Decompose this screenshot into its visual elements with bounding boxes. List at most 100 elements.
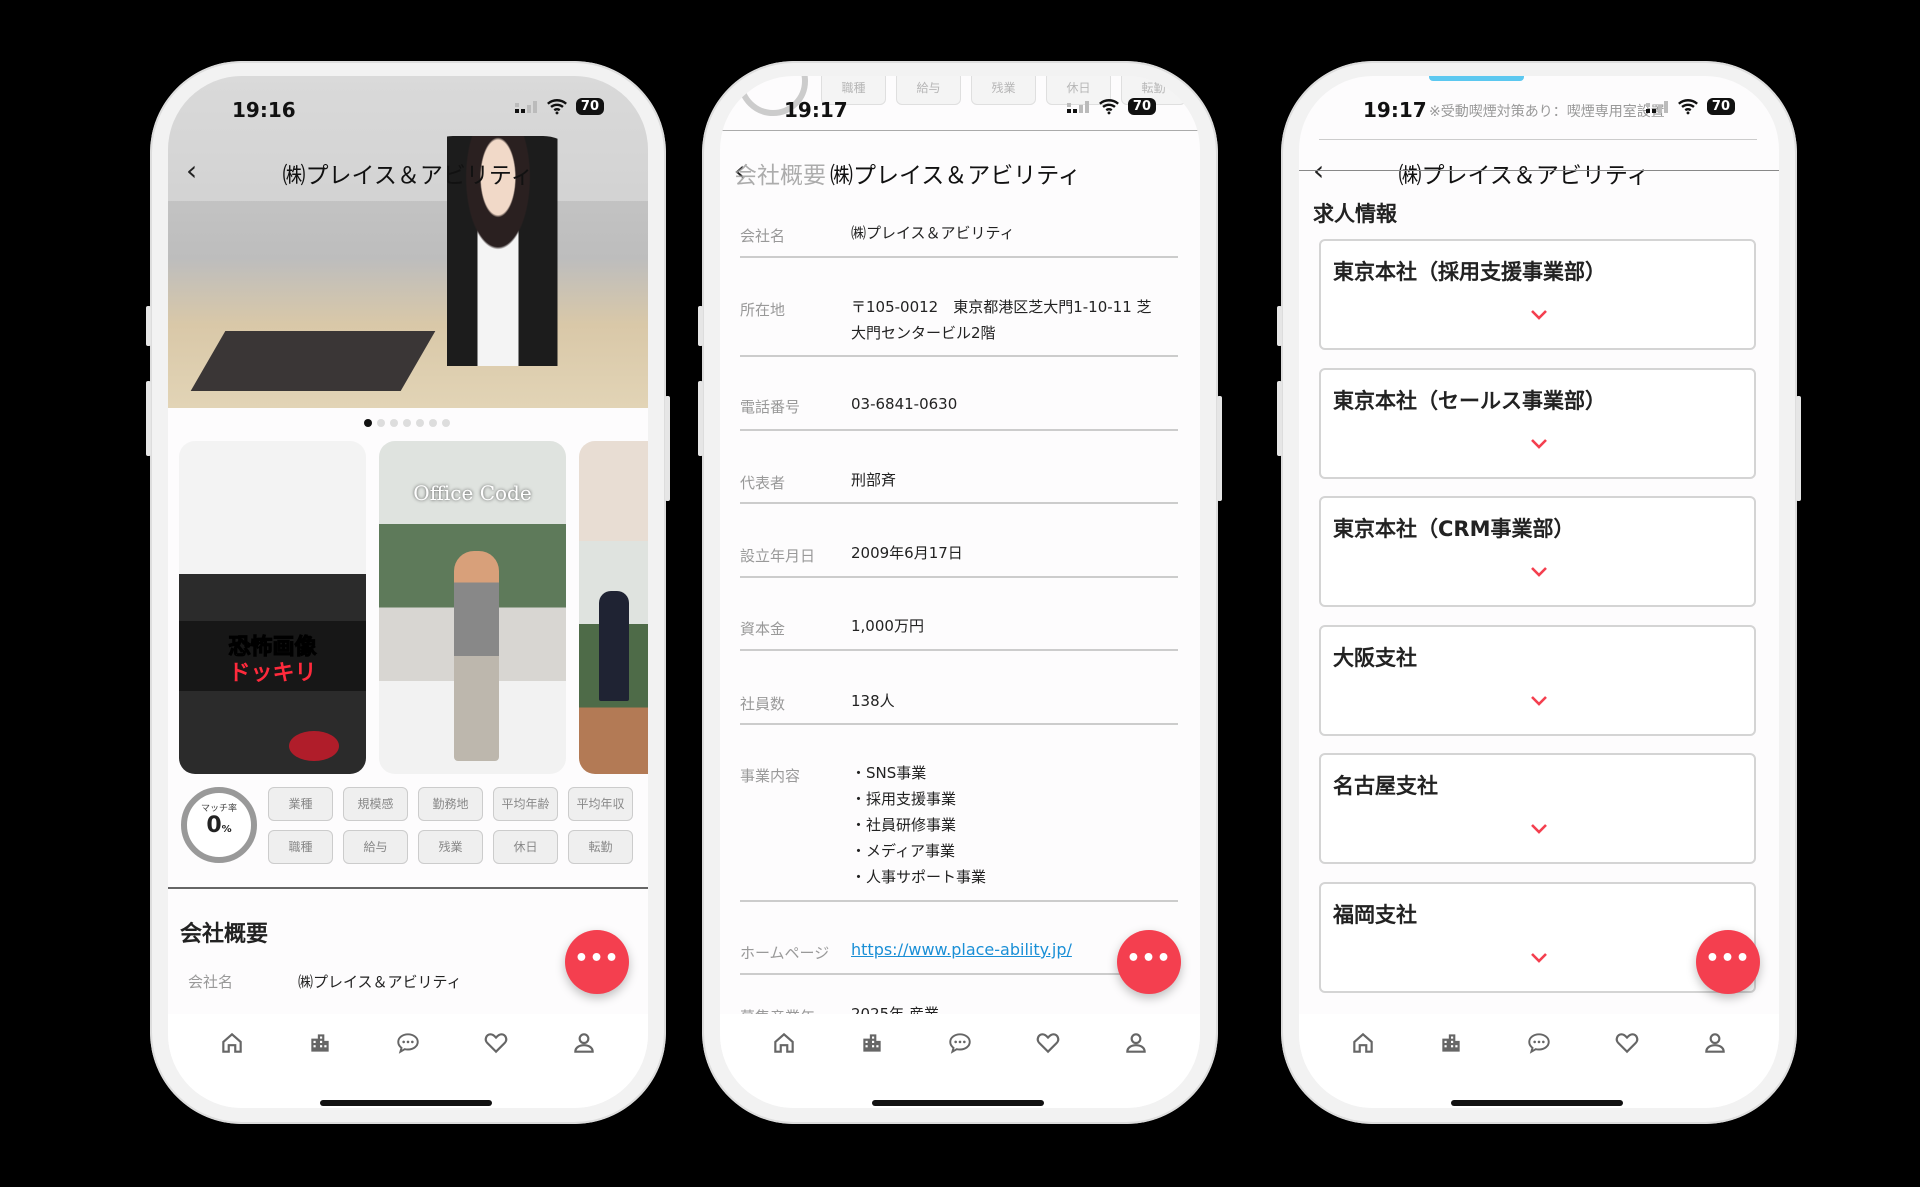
- home-indicator: [320, 1100, 492, 1106]
- business-item: ・SNS事業: [851, 764, 927, 782]
- profile-icon[interactable]: [1123, 1030, 1149, 1108]
- row-value-line: 大門センタービル2階: [851, 324, 996, 342]
- company-icon[interactable]: [859, 1030, 885, 1108]
- row-label: 設立年月日: [740, 547, 816, 565]
- filter-tag[interactable]: 規模感: [343, 787, 408, 821]
- divider: [168, 887, 648, 889]
- divider: [740, 429, 1178, 431]
- more-fab-button[interactable]: •••: [1696, 930, 1760, 994]
- job-accordion[interactable]: 東京本社（セールス事業部）: [1319, 367, 1756, 479]
- carousel-dot[interactable]: [364, 419, 372, 427]
- section-title: 求人情報: [1313, 202, 1397, 226]
- profile-icon[interactable]: [1702, 1030, 1728, 1108]
- divider: [740, 723, 1178, 725]
- thumb-caption: Office Code: [413, 481, 532, 505]
- chevron-down-icon: [1527, 817, 1551, 845]
- job-accordion[interactable]: 東京本社（採用支援事業部）: [1319, 239, 1756, 350]
- carousel-dot[interactable]: [403, 419, 411, 427]
- job-accordion[interactable]: 大阪支社: [1319, 624, 1756, 736]
- carousel-dot[interactable]: [429, 419, 437, 427]
- carousel-dot[interactable]: [390, 419, 398, 427]
- row-value-line: 2009年6月17日: [851, 544, 963, 562]
- filter-tag[interactable]: 転勤: [568, 830, 633, 864]
- phone-1: 19:16 70 ‹ ㈱プレイス＆アビリティ 恐怖画像 ドッキリ Office …: [146, 61, 670, 1124]
- row-value: 2009年6月17日: [851, 540, 1186, 566]
- filter-tag[interactable]: 職種: [268, 830, 333, 864]
- status-icons: 70: [514, 98, 604, 115]
- heart-icon[interactable]: [1614, 1030, 1640, 1108]
- job-title: 東京本社（セールス事業部）: [1333, 388, 1606, 413]
- filter-tag[interactable]: 平均年齢: [493, 787, 558, 821]
- match-rate-gauge: マッチ率 0%: [181, 787, 257, 863]
- row-value-line: ㈱プレイス＆アビリティ: [851, 224, 1015, 242]
- thumbnail-3[interactable]: [579, 441, 648, 774]
- carousel-dot[interactable]: [377, 419, 385, 427]
- row-value-line: 1,000万円: [851, 617, 924, 635]
- business-item: ・社員研修事業: [851, 816, 957, 834]
- wifi-icon: [1677, 98, 1699, 115]
- business-item: ・採用支援事業: [851, 790, 957, 808]
- divider: [740, 355, 1178, 357]
- job-title: 名古屋支社: [1333, 774, 1438, 799]
- wifi-icon: [1098, 98, 1120, 115]
- signal-icon: [514, 99, 538, 115]
- job-info-screen: 19:17 ※受動喫煙対策あり：喫煙専用室設置 70 ‹ ㈱プレイス＆アビリティ…: [1299, 76, 1779, 1108]
- job-title: 東京本社（採用支援事業部）: [1333, 260, 1606, 284]
- faded-tag: 給与: [896, 76, 961, 105]
- thumbnail-1[interactable]: 恐怖画像 ドッキリ: [179, 441, 366, 774]
- business-item: ・メディア事業: [851, 842, 955, 860]
- company-overview-screen: 職種 給与 残業 休日 転勤 19:17 70 ‹ 会社概要 ㈱プレイス＆アビリティ 会…: [720, 76, 1200, 1108]
- faded-notice: ※受動喫煙対策あり：喫煙専用室設置: [1429, 104, 1665, 120]
- battery-icon: 70: [575, 98, 604, 115]
- home-icon[interactable]: [219, 1030, 245, 1108]
- chat-icon[interactable]: [395, 1030, 421, 1108]
- chat-icon[interactable]: [1526, 1030, 1552, 1108]
- job-accordion[interactable]: 東京本社（CRM事業部）: [1319, 496, 1756, 608]
- row-value: 1,000万円: [851, 613, 1186, 639]
- heart-icon[interactable]: [483, 1030, 509, 1108]
- divider: [740, 973, 1178, 975]
- job-title: 福岡支社: [1333, 903, 1417, 927]
- homepage-link[interactable]: https://www.place-ability.jp/: [851, 937, 1072, 963]
- thumbnail-2[interactable]: Office Code: [379, 441, 566, 774]
- home-indicator: [1451, 1100, 1623, 1106]
- hero-image[interactable]: [168, 76, 648, 408]
- company-icon[interactable]: [307, 1030, 333, 1108]
- divider: [740, 576, 1178, 578]
- filter-tag[interactable]: 業種: [268, 787, 333, 821]
- profile-icon[interactable]: [571, 1030, 597, 1108]
- carousel-dot[interactable]: [442, 419, 450, 427]
- more-fab-button[interactable]: •••: [1117, 930, 1181, 994]
- chevron-down-icon: [1527, 560, 1551, 588]
- home-icon[interactable]: [771, 1030, 797, 1108]
- row-value: ㈱プレイス＆アビリティ: [851, 220, 1186, 246]
- row-value: 〒105-0012 東京都港区芝大門1-10-11 芝大門センタービル2階: [851, 294, 1186, 346]
- home-icon[interactable]: [1350, 1030, 1376, 1108]
- filter-tag[interactable]: 残業: [418, 830, 483, 864]
- status-icons: 70: [1066, 98, 1156, 115]
- filter-tag[interactable]: 勤務地: [418, 787, 483, 821]
- carousel-dots[interactable]: [364, 419, 450, 427]
- company-icon[interactable]: [1438, 1030, 1464, 1108]
- match-value: 0: [206, 813, 222, 838]
- battery-icon: 70: [1706, 98, 1735, 115]
- row-label: 会社名: [740, 227, 786, 245]
- divider: [740, 649, 1178, 651]
- filter-tag[interactable]: 休日: [493, 830, 558, 864]
- heart-icon[interactable]: [1035, 1030, 1061, 1108]
- business-item: ・人事サポート事業: [851, 868, 987, 886]
- more-fab-button[interactable]: •••: [565, 930, 629, 994]
- filter-tag[interactable]: 平均年収: [568, 787, 633, 821]
- bottom-nav: [168, 1014, 648, 1108]
- chat-icon[interactable]: [947, 1030, 973, 1108]
- carousel-dot[interactable]: [416, 419, 424, 427]
- page-title: ㈱プレイス＆アビリティ: [830, 163, 1081, 189]
- row-label: 事業内容: [740, 767, 801, 785]
- job-accordion[interactable]: 名古屋支社: [1319, 753, 1756, 865]
- job-accordion[interactable]: 福岡支社: [1319, 882, 1756, 993]
- filter-tag[interactable]: 給与: [343, 830, 408, 864]
- faded-title: 会社概要: [734, 163, 826, 189]
- bottom-nav: [1299, 1014, 1779, 1108]
- battery-icon: 70: [1127, 98, 1156, 115]
- section-title: 会社概要: [180, 922, 269, 947]
